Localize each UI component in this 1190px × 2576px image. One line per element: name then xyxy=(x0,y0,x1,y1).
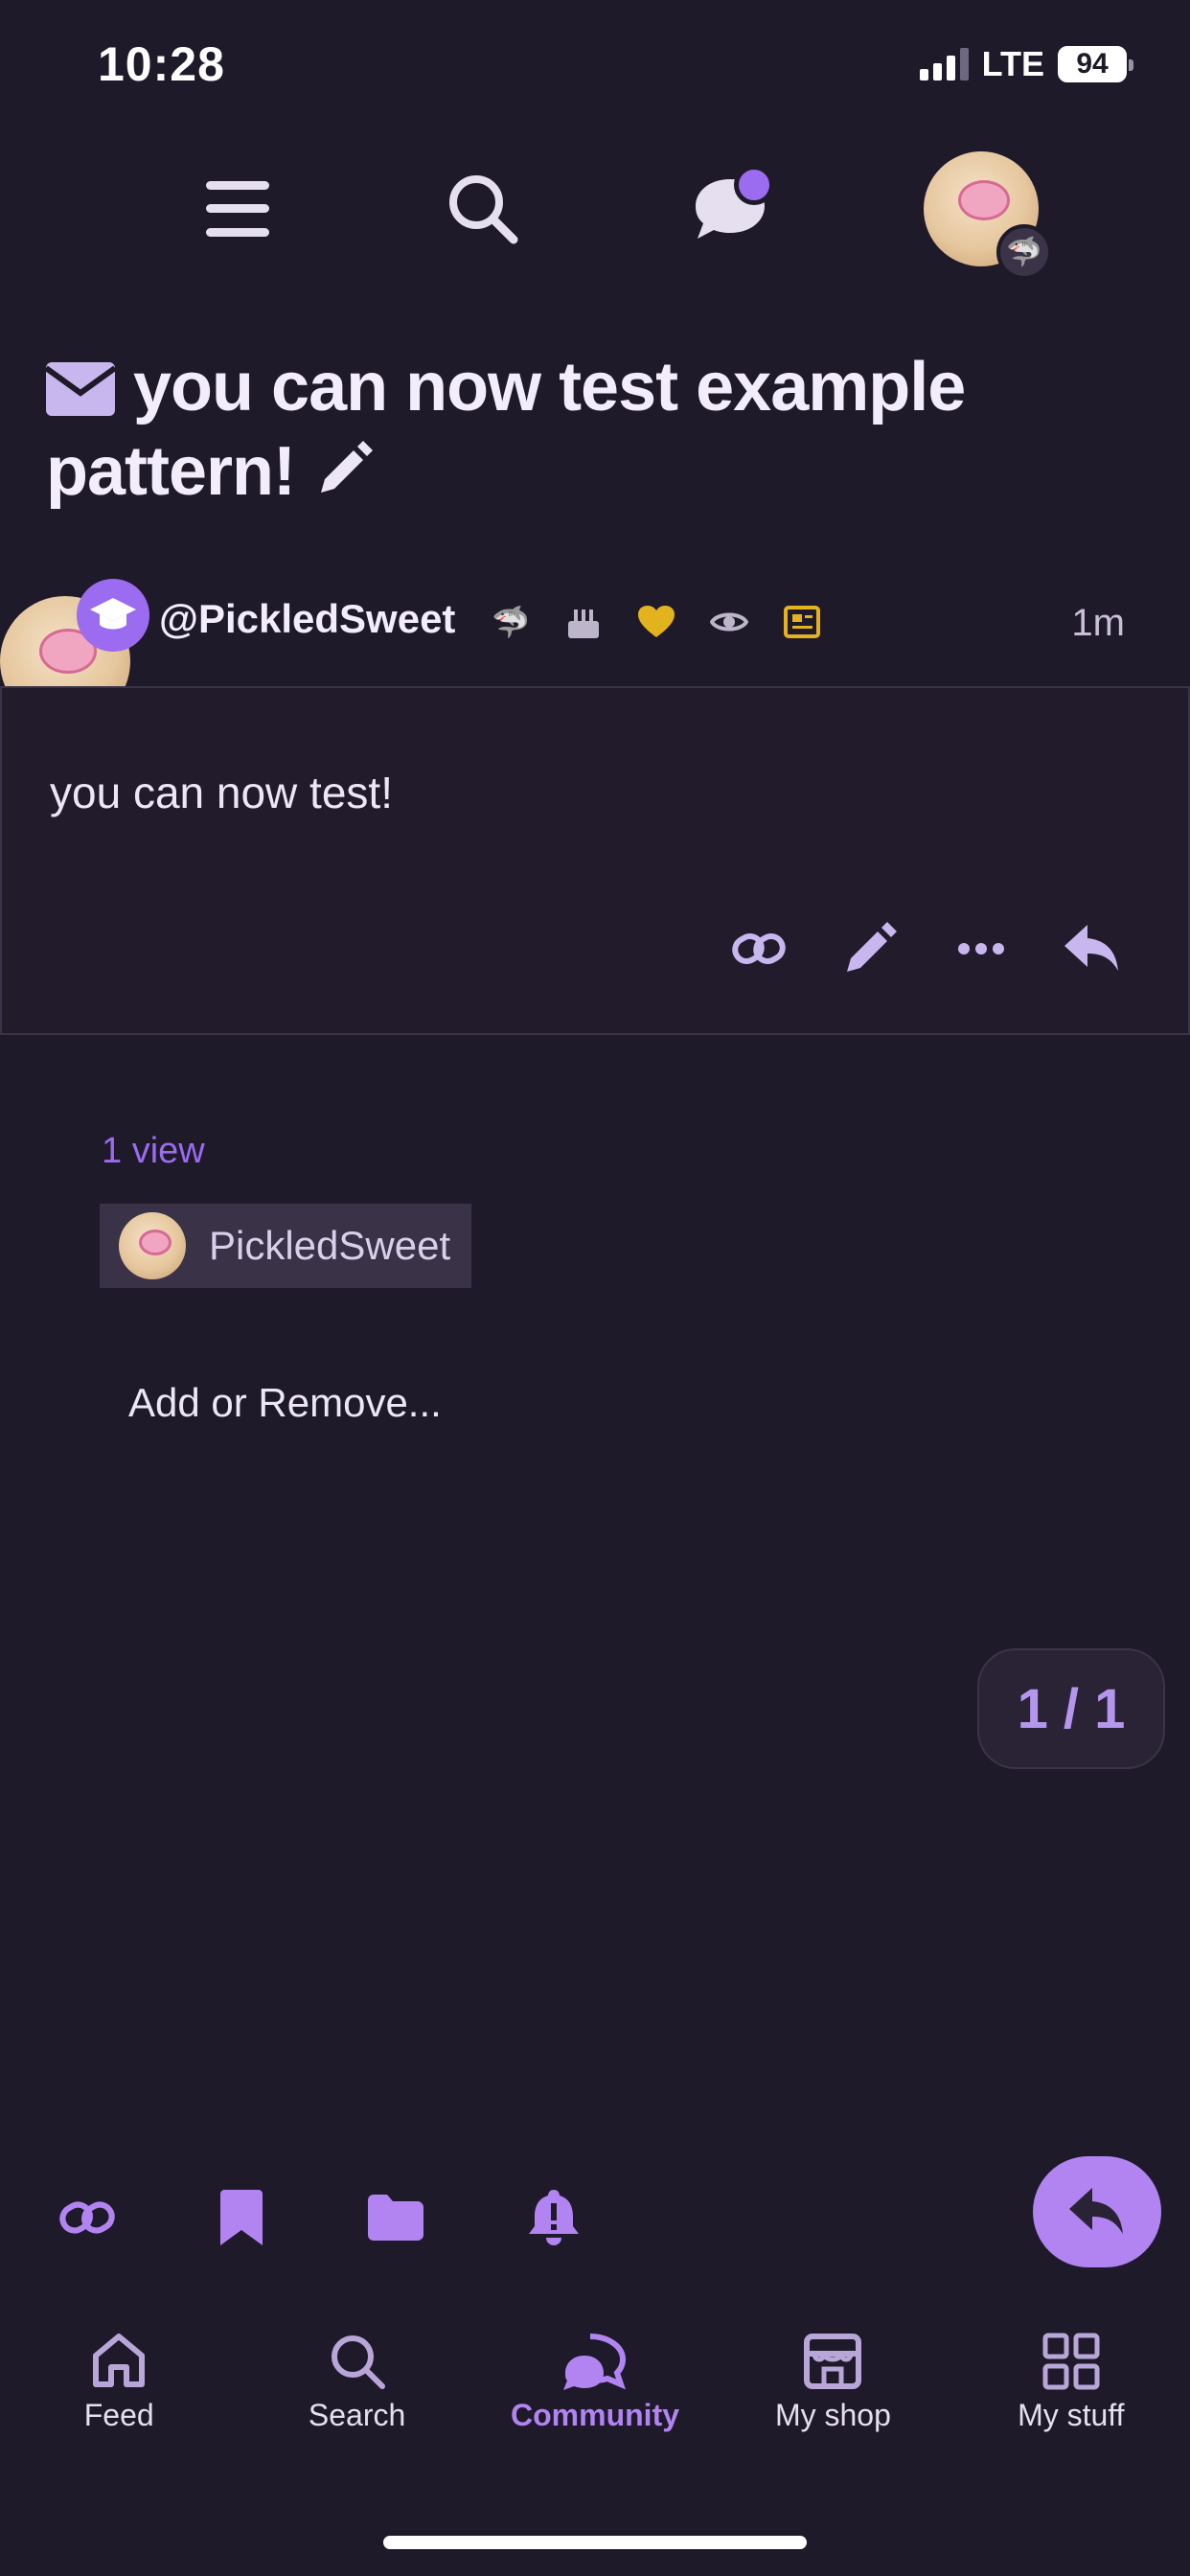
topic-title-text: you can now test example pattern! xyxy=(46,349,966,510)
eye-icon xyxy=(709,602,749,642)
network-label: LTE xyxy=(981,44,1044,83)
notification-settings-button[interactable] xyxy=(529,2187,579,2248)
battery-level: 94 xyxy=(1076,48,1109,80)
nav-label: Community xyxy=(511,2398,680,2432)
ellipsis-icon xyxy=(958,943,1004,954)
post-body: you can now test! xyxy=(50,768,393,817)
nav-label: Feed xyxy=(83,2398,154,2432)
heart-icon xyxy=(636,602,676,642)
post-actions xyxy=(730,920,1121,978)
grid-icon xyxy=(1042,2333,1100,2390)
topic-toolbar xyxy=(59,2187,579,2248)
shark-icon: 🦈 xyxy=(492,605,530,639)
reply-post-button[interactable] xyxy=(1064,920,1121,978)
viewer-name: PickledSweet xyxy=(209,1223,451,1268)
nav-feed[interactable]: Feed xyxy=(0,2319,238,2492)
avatar xyxy=(119,1212,186,1279)
community-icon xyxy=(563,2334,627,2390)
shark-icon: 🦈 xyxy=(996,224,1052,280)
viewer-chip[interactable]: PickledSweet xyxy=(100,1204,472,1288)
nav-search[interactable]: Search xyxy=(238,2319,475,2492)
profile-avatar-button[interactable]: 🦈 xyxy=(924,151,1052,280)
cake-icon xyxy=(563,602,604,642)
search-button[interactable] xyxy=(425,151,540,266)
folder-button[interactable] xyxy=(368,2187,423,2248)
nav-my-shop[interactable]: My shop xyxy=(714,2319,951,2492)
bottom-nav: Feed Search Community My shop My stuff xyxy=(0,2319,1190,2492)
chat-button[interactable] xyxy=(673,151,788,266)
status-indicators: LTE 94 xyxy=(919,44,1133,84)
search-icon xyxy=(449,175,518,244)
more-options-button[interactable] xyxy=(952,920,1010,978)
nav-label: Search xyxy=(308,2398,406,2432)
folder-icon xyxy=(368,2195,423,2241)
battery-icon: 94 xyxy=(1058,46,1133,82)
view-count: 1 view xyxy=(102,1131,205,1171)
reply-icon xyxy=(1064,925,1118,971)
share-link-button[interactable] xyxy=(59,2187,115,2248)
post-card xyxy=(0,686,1190,1035)
add-remove-button[interactable]: Add or Remove... xyxy=(128,1380,442,1426)
menu-button[interactable] xyxy=(180,151,295,266)
bell-alert-icon xyxy=(529,2190,579,2245)
reply-icon xyxy=(1069,2188,1123,2234)
hamburger-icon xyxy=(206,181,269,237)
envelope-icon xyxy=(44,362,117,416)
nav-community[interactable]: Community xyxy=(476,2319,714,2492)
edit-post-button[interactable] xyxy=(841,920,899,978)
graduation-cap-icon xyxy=(77,579,149,652)
shop-icon xyxy=(804,2334,862,2389)
search-icon xyxy=(331,2335,385,2389)
user-badges: 🦈 xyxy=(491,602,822,642)
newspaper-icon xyxy=(782,602,822,642)
edit-pencil-icon[interactable] xyxy=(313,441,374,500)
pagination-indicator[interactable]: 1 / 1 xyxy=(977,1648,1165,1769)
nav-my-stuff[interactable]: My stuff xyxy=(952,2319,1190,2492)
link-icon xyxy=(732,933,786,964)
bookmark-button[interactable] xyxy=(220,2187,263,2248)
nav-label: My stuff xyxy=(1018,2398,1125,2432)
link-icon xyxy=(59,2201,115,2234)
notification-dot xyxy=(734,165,774,205)
pagination-label: 1 / 1 xyxy=(1017,1677,1126,1740)
post-timestamp: 1m xyxy=(1071,602,1125,644)
copy-link-button[interactable] xyxy=(730,920,788,978)
topic-title: you can now test example pattern! xyxy=(44,345,1148,514)
reply-button[interactable] xyxy=(1033,2156,1161,2267)
bookmark-icon xyxy=(220,2190,263,2245)
signal-icon xyxy=(919,48,969,80)
home-icon xyxy=(93,2334,146,2387)
home-indicator[interactable] xyxy=(383,2536,807,2549)
pencil-icon xyxy=(847,922,897,972)
nav-label: My shop xyxy=(774,2398,891,2432)
post-username[interactable]: @PickledSweet xyxy=(159,596,455,642)
status-time: 10:28 xyxy=(98,37,225,91)
